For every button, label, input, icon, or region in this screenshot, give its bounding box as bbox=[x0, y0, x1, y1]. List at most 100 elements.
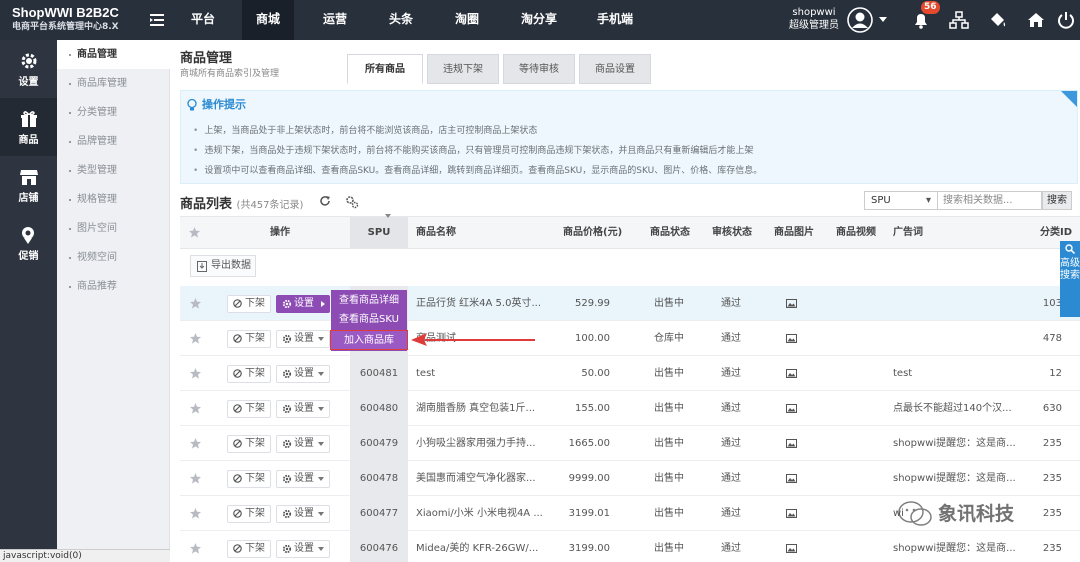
image-icon[interactable] bbox=[786, 439, 797, 448]
user-info[interactable]: shopwwi 超级管理员 bbox=[788, 6, 840, 32]
settings-dropdown-button[interactable]: 设置 bbox=[276, 330, 330, 348]
settings-cols-icon[interactable] bbox=[345, 195, 359, 209]
star-icon[interactable] bbox=[190, 508, 201, 519]
sidebar-cat-promotion[interactable]: 促销 bbox=[0, 214, 57, 272]
settings-dropdown-button[interactable]: 设置 bbox=[276, 295, 330, 313]
star-icon[interactable] bbox=[190, 333, 201, 344]
take-off-button[interactable]: 下架 bbox=[227, 400, 271, 418]
chevron-down-icon bbox=[318, 477, 324, 481]
power-icon[interactable] bbox=[1056, 10, 1076, 30]
nav-headline[interactable]: 头条 bbox=[378, 0, 424, 40]
image-icon[interactable] bbox=[786, 369, 797, 378]
star-icon[interactable] bbox=[190, 543, 201, 554]
image-icon[interactable] bbox=[786, 509, 797, 518]
avatar-icon[interactable] bbox=[847, 7, 873, 33]
dropdown-add-to-library[interactable]: 加入商品库 bbox=[330, 330, 408, 350]
cell-goods-name[interactable]: 小狗吸尘器家用强力手持... bbox=[416, 426, 556, 461]
user-caret-icon[interactable] bbox=[879, 17, 887, 22]
cell-goods-name[interactable]: 正品行货 红米4A 5.0英寸... bbox=[416, 286, 556, 321]
settings-dropdown-button[interactable]: 设置 bbox=[276, 470, 330, 488]
sitemap-icon[interactable] bbox=[949, 10, 969, 30]
submenu-spec[interactable]: 规格管理 bbox=[57, 185, 170, 214]
tab-all-goods[interactable]: 所有商品 bbox=[347, 54, 423, 84]
cell-spu: 600476 bbox=[350, 531, 408, 562]
star-icon[interactable] bbox=[190, 438, 201, 449]
image-icon[interactable] bbox=[786, 299, 797, 308]
refresh-icon[interactable] bbox=[319, 195, 331, 207]
take-off-button[interactable]: 下架 bbox=[227, 435, 271, 453]
sidebar-cat-settings[interactable]: 设置 bbox=[0, 40, 57, 98]
nav-taoquan[interactable]: 淘圈 bbox=[444, 0, 490, 40]
star-icon[interactable] bbox=[190, 368, 201, 379]
star-icon[interactable] bbox=[190, 473, 201, 484]
nav-mobile[interactable]: 手机端 bbox=[592, 0, 638, 40]
cell-goods-name[interactable]: 美国惠而浦空气净化器家... bbox=[416, 461, 556, 496]
submenu-recommend[interactable]: 商品推荐 bbox=[57, 272, 170, 301]
tab-goods-settings[interactable]: 商品设置 bbox=[579, 54, 651, 84]
image-icon[interactable] bbox=[786, 404, 797, 413]
image-icon[interactable] bbox=[786, 474, 797, 483]
cell-audit: 通过 bbox=[721, 508, 741, 519]
settings-dropdown-button[interactable]: 设置 bbox=[276, 540, 330, 558]
settings-dropdown-button[interactable]: 设置 bbox=[276, 400, 330, 418]
nav-mall[interactable]: 商城 bbox=[242, 0, 294, 40]
tips-collapse-corner[interactable] bbox=[1061, 91, 1077, 107]
submenu-image-space[interactable]: 图片空间 bbox=[57, 214, 170, 243]
search-input[interactable]: 搜索相关数据... bbox=[938, 191, 1042, 210]
image-icon[interactable] bbox=[786, 334, 797, 343]
sidebar-cat-store[interactable]: 店铺 bbox=[0, 156, 57, 214]
cell-ad: shopwwi提醒您：这是商... bbox=[893, 473, 1016, 484]
submenu-type[interactable]: 类型管理 bbox=[57, 156, 170, 185]
brand-subtitle: 电商平台系统管理中心8.X bbox=[12, 22, 119, 32]
take-off-button[interactable]: 下架 bbox=[227, 330, 271, 348]
tab-pending[interactable]: 等待审核 bbox=[503, 54, 575, 84]
table-row: 下架 设置 600478 美国惠而浦空气净化器家... 9999.00 出售中 通过 shop… bbox=[180, 461, 1080, 496]
tip-item: 违规下架，当商品处于违规下架状态时，前台将不能购买该商品，只有管理员可控制商品违… bbox=[193, 143, 753, 156]
nav-operation[interactable]: 运营 bbox=[312, 0, 358, 40]
star-icon[interactable] bbox=[189, 227, 200, 238]
take-off-button[interactable]: 下架 bbox=[227, 365, 271, 383]
home-icon[interactable] bbox=[1026, 10, 1046, 30]
cell-goods-name[interactable]: test bbox=[416, 356, 556, 391]
gear-icon bbox=[282, 544, 292, 554]
sort-caret-icon[interactable] bbox=[385, 214, 391, 218]
status-bar: javascript:void(0) bbox=[0, 549, 170, 562]
cell-category-id: 103 bbox=[1042, 298, 1062, 309]
search-button[interactable]: 搜索 bbox=[1042, 191, 1072, 210]
submenu-brand[interactable]: 品牌管理 bbox=[57, 127, 170, 156]
take-off-button[interactable]: 下架 bbox=[227, 540, 271, 558]
settings-dropdown-button[interactable]: 设置 bbox=[276, 435, 330, 453]
settings-dropdown: 查看商品SKU 加入商品库 bbox=[330, 309, 408, 351]
tips-title[interactable]: 操作提示 bbox=[187, 96, 246, 112]
submenu-goods-manage[interactable]: 商品管理 bbox=[57, 40, 170, 69]
menu-collapse-icon[interactable] bbox=[150, 13, 164, 27]
star-icon[interactable] bbox=[190, 403, 201, 414]
paint-bucket-icon[interactable] bbox=[988, 10, 1008, 30]
image-icon[interactable] bbox=[786, 544, 797, 553]
take-off-button[interactable]: 下架 bbox=[227, 505, 271, 523]
nav-taoshare[interactable]: 淘分享 bbox=[516, 0, 562, 40]
search-field-select[interactable]: SPU bbox=[864, 191, 938, 210]
settings-dropdown-button[interactable]: 设置 bbox=[276, 505, 330, 523]
wechat-icon bbox=[898, 501, 932, 526]
export-button[interactable]: 导出数据 bbox=[190, 255, 256, 277]
settings-label: 设置 bbox=[294, 298, 314, 309]
submenu-category[interactable]: 分类管理 bbox=[57, 98, 170, 127]
star-icon[interactable] bbox=[190, 298, 201, 309]
nav-platform[interactable]: 平台 bbox=[180, 0, 226, 40]
dropdown-view-sku[interactable]: 查看商品SKU bbox=[331, 310, 407, 330]
tab-violation[interactable]: 违规下架 bbox=[427, 54, 499, 84]
submenu-video-space[interactable]: 视频空间 bbox=[57, 243, 170, 272]
notification-badge: 56 bbox=[921, 1, 940, 14]
submenu-goods-library[interactable]: 商品库管理 bbox=[57, 69, 170, 98]
settings-dropdown-button[interactable]: 设置 bbox=[276, 365, 330, 383]
col-spu[interactable]: SPU bbox=[350, 217, 408, 248]
tip-item: 设置项中可以查看商品详细、查看商品SKU。查看商品详细，跳转到商品详细页。查看商… bbox=[193, 163, 762, 176]
cell-goods-name[interactable]: Xiaomi/小米 小米电视4A ... bbox=[416, 496, 556, 531]
take-off-button[interactable]: 下架 bbox=[227, 295, 271, 313]
cell-goods-name[interactable]: Midea/美的 KFR-26GW/... bbox=[416, 531, 556, 562]
cell-goods-name[interactable]: 湖南腊香肠 真空包装1斤... bbox=[416, 391, 556, 426]
advanced-search-tab[interactable]: 高级搜索 bbox=[1060, 241, 1080, 317]
take-off-button[interactable]: 下架 bbox=[227, 470, 271, 488]
sidebar-cat-goods[interactable]: 商品 bbox=[0, 98, 57, 156]
